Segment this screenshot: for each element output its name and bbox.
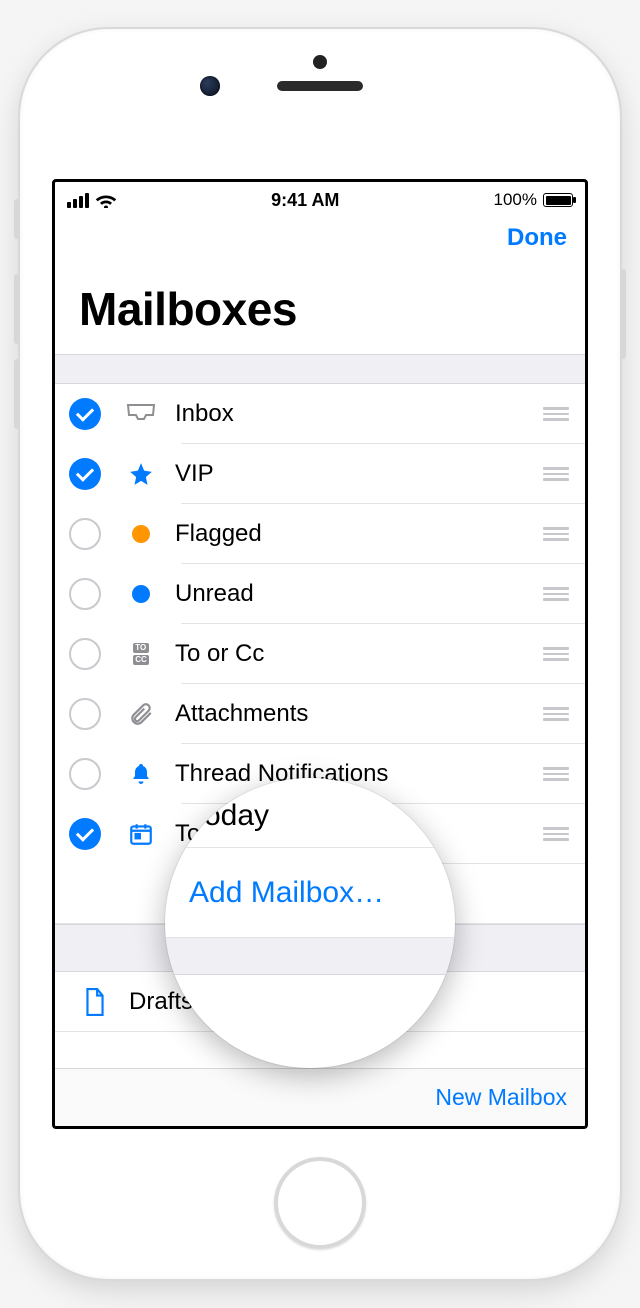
drag-handle-icon[interactable]	[543, 827, 571, 841]
draft-icon	[75, 988, 115, 1016]
drag-handle-icon[interactable]	[543, 707, 571, 721]
home-button[interactable]	[274, 1157, 366, 1249]
page-title: Mailboxes	[55, 274, 585, 354]
mailbox-row-unread[interactable]: Unread	[55, 564, 585, 624]
nav-bar: Done	[55, 218, 585, 274]
drag-handle-icon[interactable]	[543, 407, 571, 421]
drag-handle-icon[interactable]	[543, 527, 571, 541]
earpiece-speaker	[277, 81, 363, 91]
calendar-icon	[121, 821, 161, 847]
mailbox-label: VIP	[175, 460, 543, 488]
toolbar: New Mailbox	[55, 1068, 585, 1126]
screen: 9:41 AM 100% Done Mailboxes Inbox	[52, 179, 588, 1129]
tocc-icon: TO CC	[121, 643, 161, 665]
flag-dot-icon	[121, 525, 161, 543]
mailbox-row-attachments[interactable]: Attachments	[55, 684, 585, 744]
checkbox-off-icon[interactable]	[69, 638, 101, 670]
mailbox-row-tocc[interactable]: TO CC To or Cc	[55, 624, 585, 684]
drag-handle-icon[interactable]	[543, 587, 571, 601]
checkbox-off-icon[interactable]	[69, 518, 101, 550]
checkbox-on-icon[interactable]	[69, 398, 101, 430]
inbox-icon	[121, 403, 161, 425]
battery-percentage: 100%	[494, 190, 537, 210]
wifi-icon	[95, 192, 117, 208]
mailbox-row-vip[interactable]: VIP	[55, 444, 585, 504]
mailbox-row-flagged[interactable]: Flagged	[55, 504, 585, 564]
checkbox-off-icon[interactable]	[69, 698, 101, 730]
star-icon	[121, 461, 161, 487]
drag-handle-icon[interactable]	[543, 467, 571, 481]
cellular-signal-icon	[67, 193, 89, 208]
mailbox-label: Flagged	[175, 520, 543, 548]
status-time: 9:41 AM	[271, 190, 339, 211]
section-separator	[55, 354, 585, 384]
done-button[interactable]: Done	[507, 224, 567, 252]
unread-dot-icon	[121, 585, 161, 603]
lens-today-label: Today	[189, 799, 269, 833]
checkbox-off-icon[interactable]	[69, 758, 101, 790]
bell-icon	[121, 761, 161, 787]
power-button	[620, 269, 626, 359]
proximity-sensor	[313, 55, 327, 69]
new-mailbox-button[interactable]: New Mailbox	[435, 1084, 567, 1111]
mute-switch	[14, 199, 20, 239]
checkbox-off-icon[interactable]	[69, 578, 101, 610]
mailbox-label: To or Cc	[175, 640, 543, 668]
volume-up-button	[14, 274, 20, 344]
checkbox-on-icon[interactable]	[69, 818, 101, 850]
mailbox-label: Attachments	[175, 700, 543, 728]
mailbox-row-inbox[interactable]: Inbox	[55, 384, 585, 444]
status-bar: 9:41 AM 100%	[55, 182, 585, 218]
checkbox-on-icon[interactable]	[69, 458, 101, 490]
mailbox-label: Unread	[175, 580, 543, 608]
iphone-device-frame: 9:41 AM 100% Done Mailboxes Inbox	[20, 29, 620, 1279]
lens-add-mailbox-label[interactable]: Add Mailbox…	[189, 876, 384, 910]
callout-lens: Today Add Mailbox…	[165, 778, 455, 1068]
drag-handle-icon[interactable]	[543, 647, 571, 661]
battery-icon	[543, 193, 573, 207]
front-camera	[200, 76, 220, 96]
volume-down-button	[14, 359, 20, 429]
mailbox-label: Inbox	[175, 400, 543, 428]
paperclip-icon	[121, 700, 161, 728]
drag-handle-icon[interactable]	[543, 767, 571, 781]
